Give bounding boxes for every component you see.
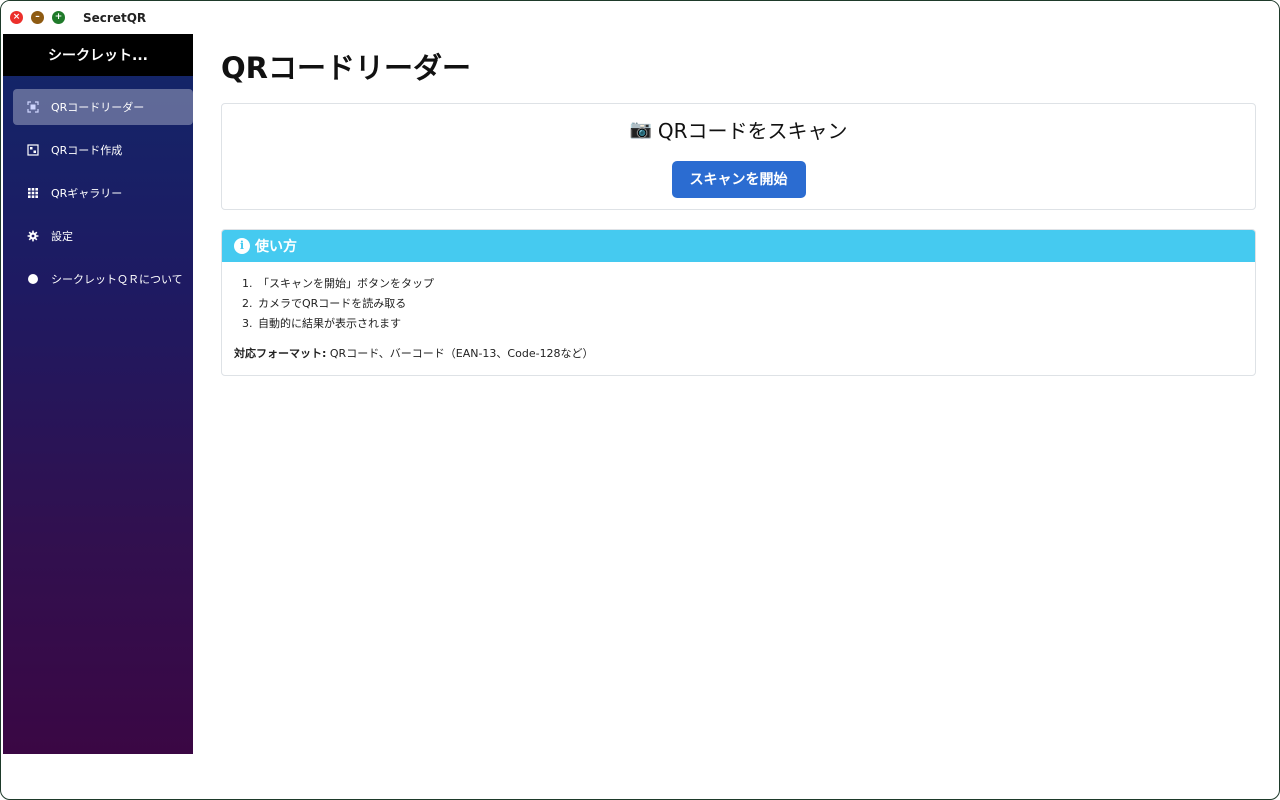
list-item: 2. カメラでQRコードを読み取る [234, 294, 1243, 314]
main-content: QRコードリーダー 📷 QRコードをスキャン スキャンを開始 i 使い方 1. 「… [221, 34, 1256, 376]
step-number: 2. [242, 297, 253, 310]
step-number: 1. [242, 277, 253, 290]
sidebar-item-qr-reader[interactable]: QRコードリーダー [13, 89, 193, 125]
maximize-window-button[interactable]: + [52, 11, 65, 24]
start-scan-button[interactable]: スキャンを開始 [671, 161, 806, 198]
step-number: 3. [242, 317, 253, 330]
sidebar-item-label: QRコード作成 [51, 144, 123, 157]
step-text: 「スキャンを開始」ボタンをタップ [258, 277, 434, 290]
title-bar: × – + SecretQR [1, 1, 1279, 34]
page-title: QRコードリーダー [221, 51, 471, 85]
close-icon: × [12, 12, 21, 22]
info-card: i 使い方 1. 「スキャンを開始」ボタンをタップ 2. カメラでQRコードを読み取… [221, 229, 1256, 376]
minimize-window-button[interactable]: – [31, 11, 44, 24]
step-text: カメラでQRコードを読み取る [258, 297, 407, 310]
qr-create-icon [27, 144, 39, 156]
maximize-icon: + [54, 12, 63, 22]
info-card-header: i 使い方 [222, 230, 1255, 262]
list-item: 3. 自動的に結果が表示されます [234, 314, 1243, 334]
formats-label: 対応フォーマット: [234, 347, 327, 360]
close-window-button[interactable]: × [10, 11, 23, 24]
sidebar-item-settings[interactable]: 設定 [13, 218, 193, 254]
sidebar-header: シークレット... [3, 34, 193, 76]
grid-icon [28, 188, 38, 198]
sidebar-item-label: QRコードリーダー [51, 101, 145, 114]
sidebar: シークレット... QRコードリーダー QRコード作成 QRギャラリー 設定 シ… [3, 34, 193, 754]
app-window: × – + SecretQR シークレット... QRコードリーダー QRコード… [0, 0, 1280, 800]
sidebar-item-label: 設定 [51, 230, 73, 243]
steps-list: 1. 「スキャンを開始」ボタンをタップ 2. カメラでQRコードを読み取る 3. 自動… [234, 274, 1243, 334]
info-card-title: 使い方 [255, 239, 297, 255]
scan-heading: 📷 QRコードをスキャン [222, 116, 1255, 143]
sidebar-item-qr-gallery[interactable]: QRギャラリー [13, 175, 193, 211]
step-text: 自動的に結果が表示されます [258, 317, 401, 330]
minimize-icon: – [35, 12, 40, 22]
sidebar-item-label: シークレットＱＲについて [51, 273, 183, 286]
supported-formats: 対応フォーマット: QRコード、バーコード（EAN-13、Code-128など） [234, 345, 1243, 361]
info-circle-icon [28, 274, 38, 284]
sidebar-item-about[interactable]: シークレットＱＲについて [13, 261, 193, 297]
scan-heading-text: QRコードをスキャン [657, 118, 848, 143]
window-controls: × – + [10, 11, 65, 24]
qr-scan-icon [27, 101, 39, 113]
info-icon: i [234, 238, 250, 254]
window-title: SecretQR [83, 10, 147, 25]
sidebar-nav: QRコードリーダー QRコード作成 QRギャラリー 設定 シークレットＱＲについ… [3, 89, 193, 297]
formats-value: QRコード、バーコード（EAN-13、Code-128など） [326, 347, 594, 360]
scan-card: 📷 QRコードをスキャン スキャンを開始 [221, 103, 1256, 210]
camera-icon: 📷 [629, 118, 652, 140]
list-item: 1. 「スキャンを開始」ボタンをタップ [234, 274, 1243, 294]
info-card-body: 1. 「スキャンを開始」ボタンをタップ 2. カメラでQRコードを読み取る 3. 自動… [222, 262, 1255, 361]
sidebar-item-label: QRギャラリー [51, 187, 123, 200]
gear-icon [27, 230, 39, 242]
sidebar-item-qr-create[interactable]: QRコード作成 [13, 132, 193, 168]
